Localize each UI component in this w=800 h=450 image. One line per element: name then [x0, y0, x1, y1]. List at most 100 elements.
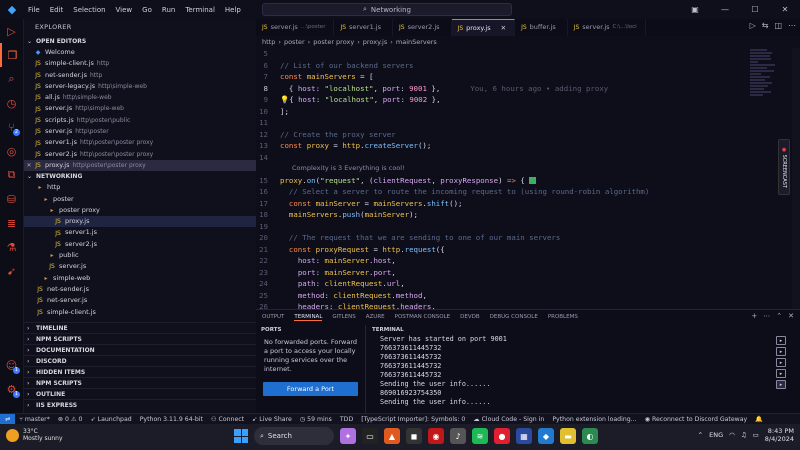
tree-item[interactable]: JS net-sender.js: [24, 284, 256, 295]
extensions-icon[interactable]: ⧉: [0, 163, 23, 187]
language-indicator[interactable]: ENG: [709, 431, 723, 439]
panel-tab-devdb[interactable]: DEVDB: [460, 314, 479, 320]
panel-tab-problems[interactable]: PROBLEMS: [548, 314, 578, 320]
system-clock[interactable]: 8:43 PM 8/4/2024: [765, 427, 794, 443]
edge-browser-icon[interactable]: ◐: [582, 428, 598, 444]
search-panel-icon[interactable]: ⌕: [0, 67, 23, 91]
breadcrumb-item[interactable]: poster proxy: [313, 36, 354, 48]
vscode-taskbar-icon[interactable]: ◆: [538, 428, 554, 444]
command-center-search[interactable]: ⌕ Networking: [262, 3, 512, 16]
open-editor-item[interactable]: JS simple-client.js http: [24, 58, 256, 69]
tree-item[interactable]: ▸ simple-web: [24, 273, 256, 284]
menu-view[interactable]: View: [111, 6, 138, 14]
problems-status[interactable]: ⊗ 0 ⚠ 0: [54, 416, 87, 423]
menu-selection[interactable]: Selection: [68, 6, 110, 14]
launchpad-status[interactable]: ➶ Launchpad: [86, 416, 135, 423]
branch-status[interactable]: ⑂ master*: [15, 416, 54, 423]
python-interpreter[interactable]: Python 3.11.9 64-bit: [136, 416, 207, 423]
hidden-app-icon[interactable]: ◼: [406, 428, 422, 444]
breadcrumb-item[interactable]: proxy.js: [363, 36, 387, 48]
recorder-icon[interactable]: ●: [494, 428, 510, 444]
complexity-codelens[interactable]: Complexity is 3 Everything is cool!: [256, 163, 756, 175]
editor-tab[interactable]: JS server2.js: [393, 19, 452, 36]
color-app-icon[interactable]: ✦: [340, 428, 356, 444]
tree-item[interactable]: JS server.js: [24, 261, 256, 272]
menu-go[interactable]: Go: [137, 6, 157, 14]
workspace-header[interactable]: ⌄ NETWORKING: [24, 171, 256, 182]
battery-icon[interactable]: ▭: [753, 431, 759, 439]
section-header-timeline[interactable]: › TIMELINE: [24, 322, 256, 333]
menu-terminal[interactable]: Terminal: [180, 6, 220, 14]
brave-browser-icon[interactable]: ▲: [384, 428, 400, 444]
section-header-discord[interactable]: › DISCORD: [24, 355, 256, 366]
timeline-icon[interactable]: ◷: [0, 91, 23, 115]
live-share-icon[interactable]: ➹: [0, 259, 23, 283]
tdd-status[interactable]: TDD: [336, 416, 357, 423]
spotify-icon[interactable]: ≋: [472, 428, 488, 444]
section-header-iis-express[interactable]: › IIS EXPRESS: [24, 399, 256, 410]
remote-explorer-icon[interactable]: ◎: [0, 139, 23, 163]
database-icon[interactable]: ≣: [0, 211, 23, 235]
open-editor-item[interactable]: JS scripts.js http\poster\public: [24, 115, 256, 126]
close-icon[interactable]: ✕: [24, 160, 34, 171]
editor-tab[interactable]: JS server1.js: [334, 19, 394, 36]
breadcrumb-item[interactable]: poster: [284, 36, 305, 48]
discord-status[interactable]: ◉ Reconnect to Discord Gateway: [641, 416, 752, 423]
forward-port-button[interactable]: Forward a Port: [263, 382, 358, 396]
explorer-icon[interactable]: ❐: [0, 43, 23, 67]
tree-item[interactable]: ▸ poster proxy: [24, 205, 256, 216]
open-editor-item[interactable]: JS server-legacy.js http\simple-web: [24, 81, 256, 92]
panel-tab-terminal[interactable]: TERMINAL: [294, 314, 323, 321]
weather-widget[interactable]: 33°C Mostly sunny: [6, 428, 63, 442]
section-header-npm-scripts[interactable]: › NPM SCRIPTS: [24, 333, 256, 344]
file-explorer-icon[interactable]: ▬: [560, 428, 576, 444]
section-header-hidden-items[interactable]: › HIDDEN ITEMS: [24, 366, 256, 377]
menu-run[interactable]: Run: [157, 6, 180, 14]
time-tracker[interactable]: ◷ 59 mins: [296, 416, 336, 423]
open-editor-item[interactable]: JS server2.js http\poster\poster proxy: [24, 149, 256, 160]
section-header-npm-scripts[interactable]: › NPM SCRIPTS: [24, 377, 256, 388]
connect-status[interactable]: ⚇ Connect: [207, 416, 248, 423]
tree-item[interactable]: JS net-server.js: [24, 295, 256, 306]
python-extension-status[interactable]: Python extension loading...: [548, 416, 640, 423]
editor-scrollbar[interactable]: [792, 48, 800, 309]
remote-indicator-icon[interactable]: ⇌: [0, 414, 16, 424]
open-editors-header[interactable]: ⌄ OPEN EDITORS: [24, 36, 256, 47]
editor-tab[interactable]: JS buffer.js: [515, 19, 568, 36]
maximize-button[interactable]: ☐: [740, 0, 770, 19]
section-header-documentation[interactable]: › DOCUMENTATION: [24, 344, 256, 355]
open-editor-item[interactable]: JS server.js http\poster: [24, 126, 256, 137]
lightbulb-icon[interactable]: 💡: [280, 95, 289, 104]
minimap[interactable]: [750, 48, 778, 168]
section-header-outline[interactable]: › OUTLINE: [24, 388, 256, 399]
terminal-instance-icon[interactable]: ▸: [776, 358, 786, 367]
docker-icon[interactable]: ⛁: [0, 187, 23, 211]
volume-icon[interactable]: ♫: [741, 431, 747, 439]
tree-item[interactable]: ▸ http: [24, 182, 256, 193]
editor-tab[interactable]: JS server.js C:\...\loci: [568, 19, 646, 36]
source-control-icon[interactable]: ⑂ 2: [0, 115, 23, 139]
wifi-icon[interactable]: ◠: [729, 431, 735, 439]
panel-maximize-icon[interactable]: ⌃: [776, 312, 782, 320]
open-editor-item[interactable]: ◆ Welcome: [24, 47, 256, 58]
open-editor-item[interactable]: JS all.js http\simple-web: [24, 92, 256, 103]
tree-item[interactable]: JS simple-client.js: [24, 307, 256, 318]
terminal-instance-icon[interactable]: ▸: [776, 380, 786, 389]
testing-icon[interactable]: ⚗: [0, 235, 23, 259]
tree-item[interactable]: JS proxy.js: [24, 216, 256, 228]
terminal-instance-icon[interactable]: ▸: [776, 347, 786, 356]
open-editor-item[interactable]: JS server1.js http\poster\poster proxy: [24, 137, 256, 148]
notifications-bell-icon[interactable]: 🔔: [751, 415, 767, 423]
panel-tab-azure[interactable]: AZURE: [366, 314, 385, 320]
live-share-status[interactable]: ➹ Live Share: [248, 416, 296, 423]
ts-importer-status[interactable]: [TypeScript Importer]: Symbols: 0: [357, 416, 469, 423]
chevron-up-icon[interactable]: ⌃: [698, 431, 703, 439]
close-icon[interactable]: ✕: [501, 20, 506, 37]
cloud-code-status[interactable]: ☁ Cloud Code - Sign in: [469, 416, 548, 423]
tree-item[interactable]: ▸ public: [24, 250, 256, 261]
compare-icon[interactable]: ⇆: [762, 21, 769, 30]
terminal-instance-icon[interactable]: ▸: [776, 369, 786, 378]
panel-close-icon[interactable]: ✕: [788, 312, 794, 320]
start-button-windows-icon[interactable]: [234, 429, 248, 443]
tree-item[interactable]: JS server2.js: [24, 239, 256, 250]
